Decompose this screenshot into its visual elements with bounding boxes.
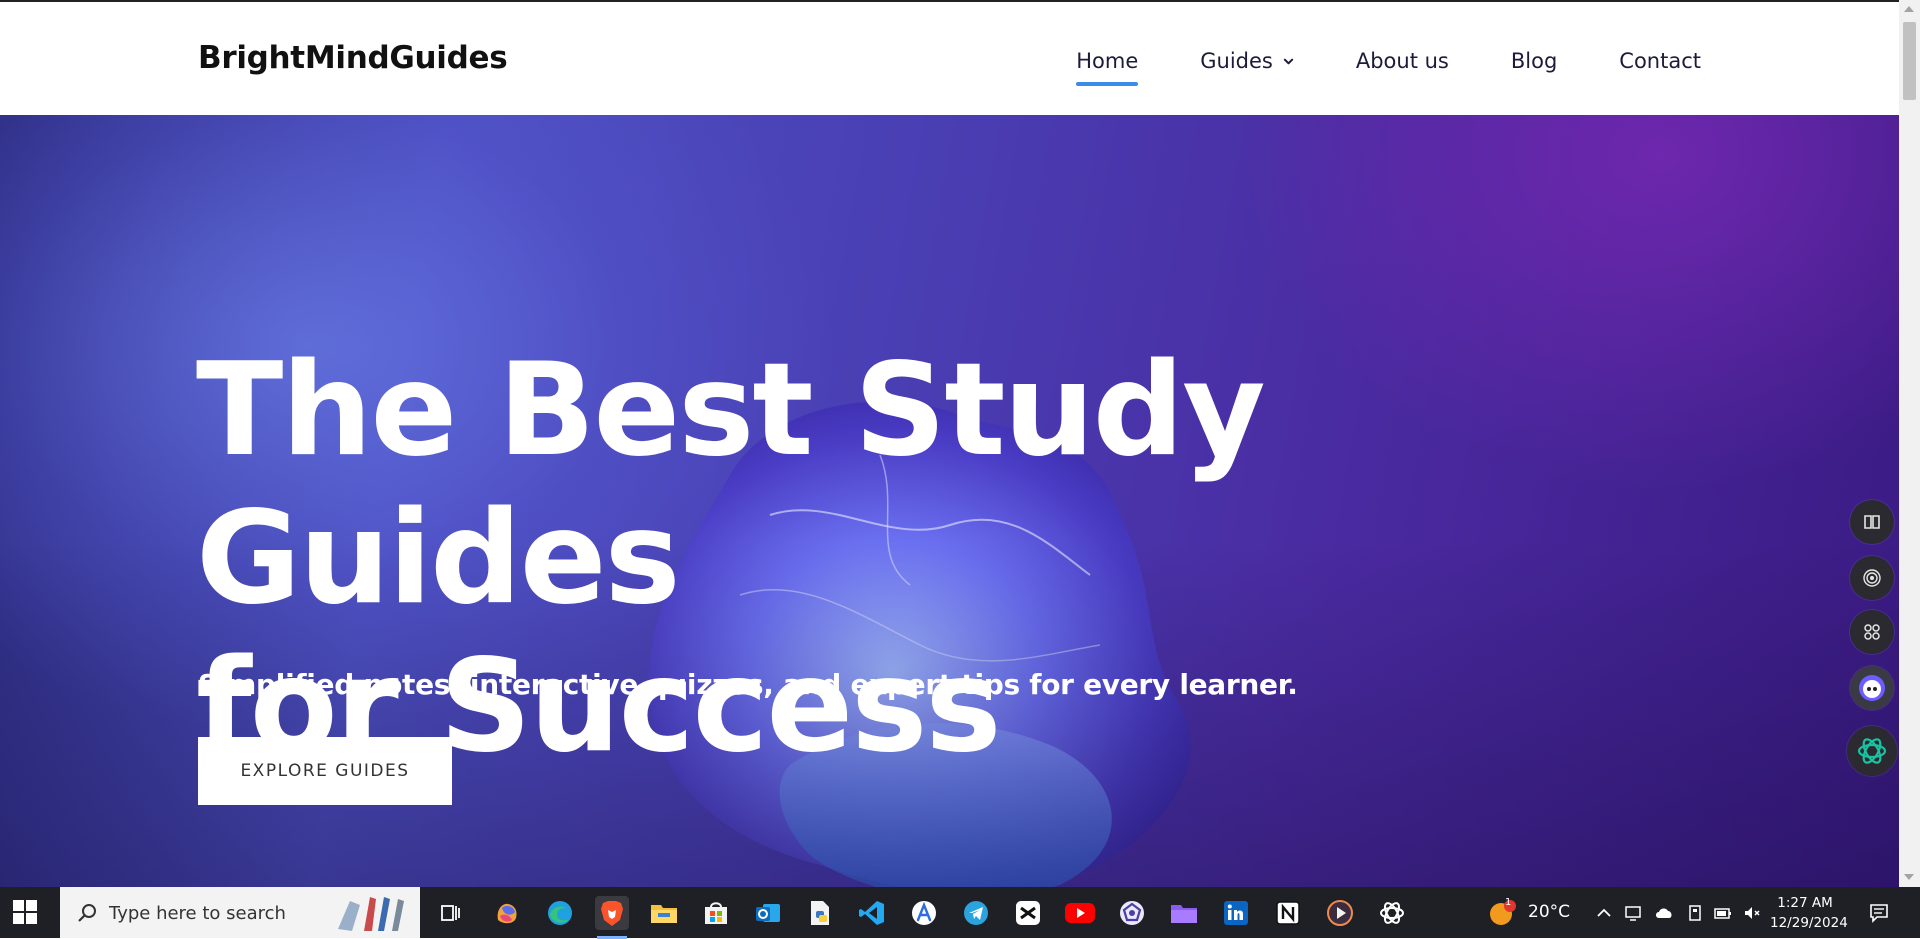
- speaker-muted-icon[interactable]: [1742, 903, 1762, 923]
- network-app-icon: [1120, 901, 1144, 925]
- usb-device-icon[interactable]: [1685, 903, 1705, 923]
- network-app[interactable]: [1115, 896, 1149, 930]
- bot-face-icon: [1859, 675, 1885, 701]
- chatgpt-icon: [1380, 902, 1404, 924]
- scroll-down-arrow[interactable]: [1904, 874, 1914, 880]
- chevron-up-icon[interactable]: [1594, 903, 1614, 923]
- chevron-down-icon: [1283, 58, 1294, 64]
- python-file-app[interactable]: [803, 896, 837, 930]
- hero-title: The Best Study Guides for Success: [196, 337, 1646, 781]
- file-explorer-icon: [651, 905, 677, 923]
- vscode-app[interactable]: [855, 896, 889, 930]
- notion-app[interactable]: [1271, 896, 1305, 930]
- search-icon: [78, 904, 96, 922]
- assistant-bot-button[interactable]: [1850, 666, 1894, 710]
- capcut-app[interactable]: [1011, 896, 1045, 930]
- site-logo[interactable]: BrightMindGuides: [198, 40, 508, 76]
- task-view-icon: [441, 905, 460, 921]
- command-icon: [1864, 624, 1880, 640]
- capcut-icon: [1016, 901, 1040, 925]
- edge-app[interactable]: [543, 896, 577, 930]
- scrollbar-thumb[interactable]: [1903, 22, 1916, 100]
- task-view-button[interactable]: [433, 896, 467, 930]
- copilot-app[interactable]: [490, 896, 524, 930]
- chatgpt-button[interactable]: [1847, 726, 1897, 776]
- folder-app[interactable]: [1167, 896, 1201, 930]
- file-explorer-app[interactable]: [647, 896, 681, 930]
- arc-browser-app[interactable]: [907, 896, 941, 930]
- weather-temperature[interactable]: 20°C: [1528, 902, 1570, 922]
- hero-subtitle: Simplified notes, interactive quizzes, a…: [198, 668, 1298, 701]
- book-icon: [1864, 515, 1880, 529]
- windows-start-icon[interactable]: [12, 899, 38, 925]
- microsoft-store-icon: [705, 902, 727, 924]
- media-player-icon: [1327, 900, 1353, 926]
- media-player-app[interactable]: [1323, 896, 1357, 930]
- telegram-icon: [964, 901, 988, 925]
- chatgpt-app[interactable]: [1375, 896, 1409, 930]
- linkedin-app[interactable]: [1219, 896, 1253, 930]
- hero-title-line-1: The Best Study Guides: [196, 336, 1266, 633]
- brave-icon: [601, 901, 623, 926]
- microsoft-store-app[interactable]: [699, 896, 733, 930]
- main-nav: Home Guides About us Blog Contact: [1076, 46, 1701, 86]
- site-header: BrightMindGuides Home Guides About us Bl…: [0, 0, 1899, 115]
- youtube-icon: [1065, 903, 1095, 923]
- broadcast-icon: [1863, 569, 1881, 587]
- edge-icon: [548, 901, 572, 925]
- clock-date: 12/29/2024: [1770, 915, 1848, 931]
- windows-taskbar: Type here to search 1 20°C 1:27 AM 12/29…: [0, 887, 1920, 939]
- hero-section: The Best Study Guides for Success Simpli…: [0, 115, 1899, 887]
- clock-time: 1:27 AM: [1777, 895, 1833, 911]
- broadcast-button[interactable]: [1850, 556, 1894, 600]
- notification-center-icon[interactable]: [1868, 902, 1890, 924]
- nav-about[interactable]: About us: [1356, 46, 1449, 76]
- website-viewport: BrightMindGuides Home Guides About us Bl…: [0, 0, 1899, 887]
- brave-app[interactable]: [595, 896, 629, 939]
- weather-icon[interactable]: [1488, 899, 1518, 927]
- battery-icon[interactable]: [1713, 903, 1733, 923]
- weather-alert-badge: 1: [1505, 897, 1512, 908]
- nav-contact-label: Contact: [1619, 49, 1701, 73]
- nav-blog-label: Blog: [1510, 49, 1558, 73]
- youtube-app[interactable]: [1063, 896, 1097, 930]
- folder-icon: [1171, 905, 1197, 923]
- nav-home-label: Home: [1076, 49, 1139, 73]
- search-placeholder: Type here to search: [109, 903, 286, 924]
- page-scrollbar[interactable]: [1899, 0, 1920, 887]
- copilot-icon: [497, 903, 517, 924]
- nav-blog[interactable]: Blog: [1511, 46, 1557, 76]
- outlook-icon: [756, 904, 780, 922]
- reader-button[interactable]: [1850, 500, 1894, 544]
- telegram-app[interactable]: [959, 896, 993, 930]
- linkedin-icon: [1224, 901, 1248, 925]
- taskbar-clock[interactable]: 1:27 AM 12/29/2024: [1770, 893, 1848, 933]
- nav-guides[interactable]: Guides: [1200, 46, 1294, 76]
- nav-guides-label: Guides: [1200, 49, 1273, 73]
- scroll-up-arrow[interactable]: [1904, 6, 1914, 12]
- display-icon[interactable]: [1624, 903, 1644, 923]
- nav-home[interactable]: Home: [1076, 46, 1139, 86]
- taskbar-search-box[interactable]: Type here to search: [60, 887, 420, 938]
- explore-guides-button[interactable]: EXPLORE GUIDES: [198, 737, 452, 805]
- chatgpt-icon: [1857, 738, 1887, 764]
- search-highlight-graphic: [338, 897, 404, 931]
- outlook-app[interactable]: [751, 896, 785, 930]
- nav-contact[interactable]: Contact: [1619, 46, 1701, 76]
- arc-browser-icon: [912, 901, 936, 925]
- nav-about-label: About us: [1355, 49, 1449, 73]
- notion-icon: [1276, 901, 1300, 925]
- vscode-icon: [859, 901, 884, 925]
- python-file-icon: [811, 901, 829, 925]
- command-button[interactable]: [1850, 610, 1894, 654]
- cloud-icon[interactable]: [1654, 903, 1674, 923]
